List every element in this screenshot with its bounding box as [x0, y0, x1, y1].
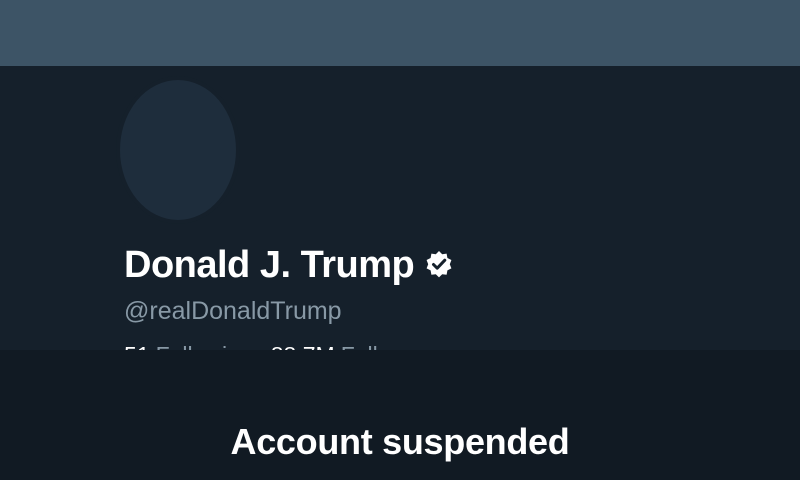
profile-header: Donald J. Trump @realDonaldTrump 51Follo…: [0, 66, 800, 368]
avatar[interactable]: [120, 80, 236, 220]
suspension-title: Account suspended: [230, 421, 570, 462]
profile-banner: [0, 0, 800, 66]
name-row: Donald J. Trump: [124, 242, 454, 288]
profile-page: Donald J. Trump @realDonaldTrump 51Follo…: [0, 0, 800, 480]
user-handle: @realDonaldTrump: [124, 297, 342, 325]
display-name: Donald J. Trump: [124, 244, 415, 286]
verified-badge-icon: [424, 250, 454, 280]
